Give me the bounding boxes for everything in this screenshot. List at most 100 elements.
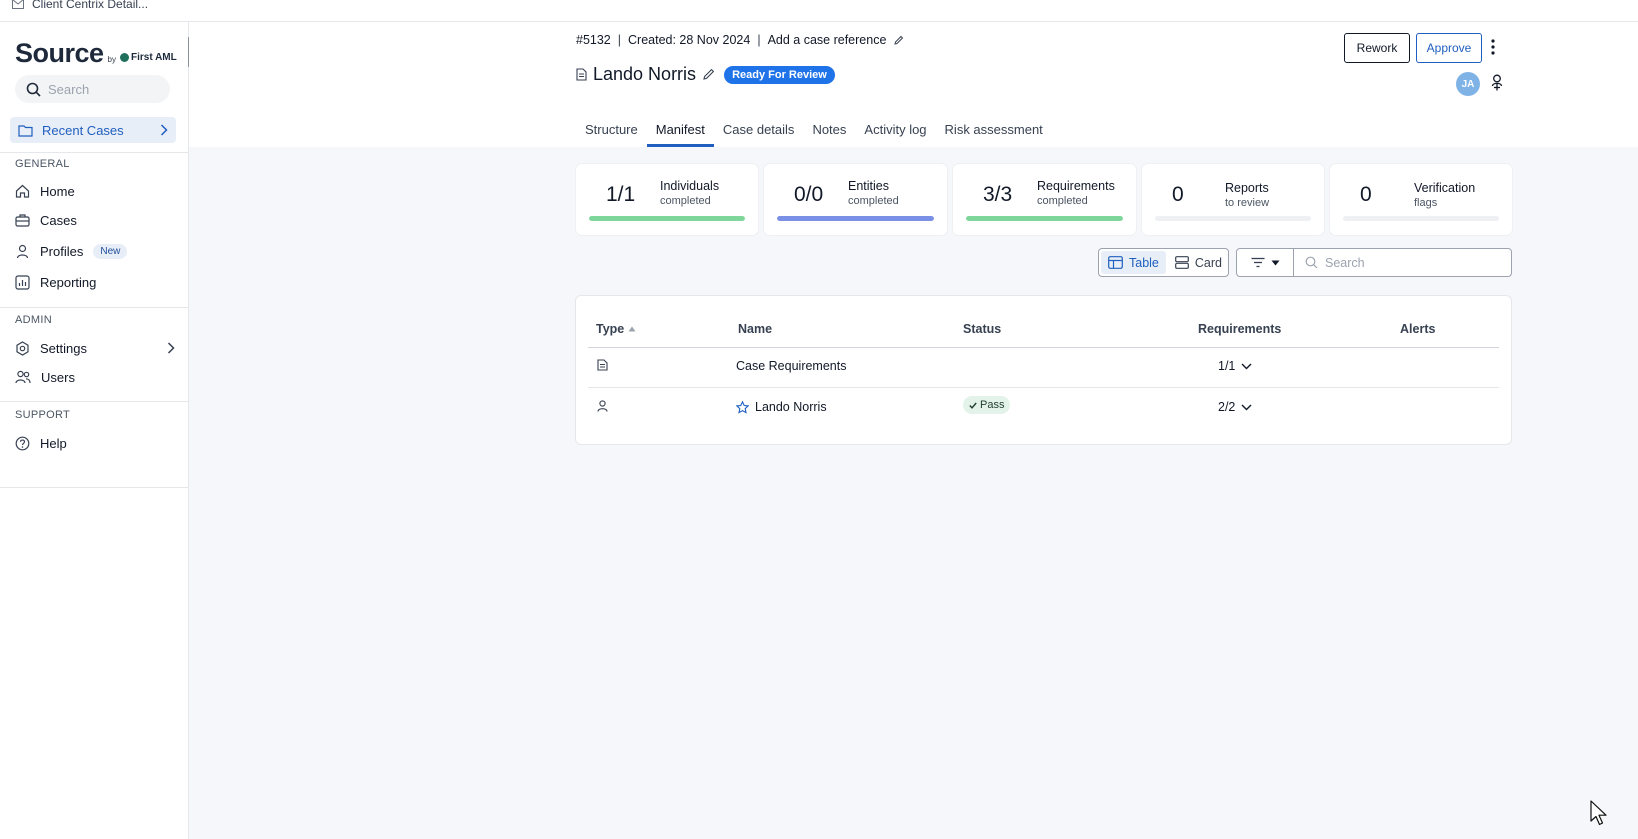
home-icon [15,184,30,198]
row-name-link[interactable]: Lando Norris [736,400,827,414]
logo[interactable]: Source by First AML [15,38,177,69]
row-status: Pass [963,396,1011,414]
briefcase-icon [15,214,30,227]
tab-risk-assessment[interactable]: Risk assessment [936,112,1052,147]
chevron-down-icon [1241,404,1252,410]
approve-button[interactable]: Approve [1416,33,1482,63]
column-header-requirements[interactable]: Requirements [1198,322,1281,336]
mouse-cursor-icon [1590,800,1607,826]
more-options-icon[interactable] [1491,39,1495,55]
section-title-support: SUPPORT [15,409,71,421]
stat-card-requirements: 3/3 Requirements completed [953,164,1136,235]
rework-button[interactable]: Rework [1344,33,1410,63]
column-header-status[interactable]: Status [963,322,1001,336]
pass-badge: Pass [963,396,1011,414]
section-title-admin: ADMIN [15,314,52,326]
pencil-icon[interactable] [893,35,904,46]
assign-user-icon[interactable] [1491,74,1503,91]
pass-badge-label: Pass [980,399,1005,411]
sidebar-search-input[interactable]: Search [15,75,170,103]
stat-progress-bar [1343,216,1499,221]
stat-label: Entities [848,179,889,193]
sidebar-search-placeholder: Search [48,81,90,97]
logo-word: Source [15,38,104,68]
window-titlebar: Client Centrix Detail... [0,0,1638,22]
stat-progress-bar [589,216,745,221]
row-requirements-value: 1/1 [1218,359,1236,373]
sidebar-item-users[interactable]: Users [15,366,175,388]
manifest-table: Type Name Status Requirements Alerts Cas… [575,295,1512,445]
firm-logo-icon [120,53,129,62]
sidebar-item-label: Home [40,183,75,199]
stat-value: 0 [1172,183,1184,206]
sidebar-item-cases[interactable]: Cases [15,209,175,231]
tab-structure[interactable]: Structure [576,112,647,147]
table-view-button[interactable]: Table [1101,251,1166,274]
view-toggle: Table Card [1098,248,1229,277]
avatar[interactable]: JA [1456,72,1480,96]
sidebar-divider [0,487,189,488]
sidebar-item-settings[interactable]: Settings [15,337,175,359]
tab-case-details[interactable]: Case details [714,112,804,147]
stat-card-reports: 0 Reports to review [1142,164,1324,235]
column-header-label: Type [596,322,625,336]
case-title: Lando Norris Ready For Review [576,64,835,85]
pencil-icon[interactable] [702,68,715,81]
card-view-label: Card [1194,255,1222,270]
created-date: Created: 28 Nov 2024 [628,33,751,47]
stat-card-verification: 0 Verification flags [1330,164,1512,235]
tab-notes[interactable]: Notes [803,112,855,147]
recent-cases-button[interactable]: Recent Cases [10,117,176,143]
meta-separator: | [617,33,622,47]
stat-label: Verification [1414,181,1476,195]
tab-manifest[interactable]: Manifest [646,112,715,147]
sidebar-item-label: Settings [40,340,87,356]
stat-value: 0/0 [794,183,824,206]
sidebar: Source by First AML Search Recent Cases … [0,22,189,839]
row-name: Case Requirements [736,359,847,373]
search-icon [1305,256,1318,269]
sidebar-item-help[interactable]: Help [15,432,175,454]
row-divider [588,387,1499,388]
document-icon [597,359,608,371]
search-icon [26,82,41,97]
stat-label: Reports [1225,181,1269,195]
document-icon [576,68,587,81]
folder-icon [18,124,33,137]
new-badge: New [93,243,128,259]
column-header-name[interactable]: Name [738,322,772,336]
sidebar-item-profiles[interactable]: Profiles New [15,240,175,262]
help-icon [15,436,30,450]
sidebar-divider [0,307,189,308]
stat-value: 1/1 [606,183,636,206]
logo-firm: First AML [120,52,177,63]
logo-firm-text: First AML [131,52,177,63]
star-icon[interactable] [736,400,749,414]
case-meta: #5132 | Created: 28 Nov 2024 | Add a cas… [576,33,904,47]
sidebar-divider [0,401,189,402]
stat-card-individuals: 1/1 Individuals completed [576,164,758,235]
users-icon [15,370,31,384]
stat-progress-bar [966,216,1123,221]
person-icon [597,400,608,412]
row-requirements-toggle[interactable]: 2/2 [1218,400,1252,414]
meta-separator: | [757,33,761,47]
sidebar-item-reporting[interactable]: Reporting [15,271,175,293]
sidebar-item-label: Profiles [40,243,84,259]
table-search-input[interactable]: Search [1293,248,1512,277]
card-view-button[interactable]: Card [1168,251,1229,274]
stat-value: 0 [1360,183,1372,206]
add-case-reference-link[interactable]: Add a case reference [768,33,887,47]
filter-button[interactable] [1236,248,1294,277]
sidebar-item-home[interactable]: Home [15,180,175,202]
stat-progress-fill [777,216,934,221]
tab-activity-log[interactable]: Activity log [855,112,935,147]
stat-progress-bar [1155,216,1311,221]
case-name: Lando Norris [593,64,697,84]
column-header-alerts[interactable]: Alerts [1400,322,1435,336]
stat-label: Individuals [660,179,720,193]
row-name: Lando Norris [755,400,827,414]
row-requirements-toggle[interactable]: 1/1 [1218,359,1252,373]
recent-cases-label: Recent Cases [42,122,124,138]
column-header-type[interactable]: Type [596,322,636,336]
